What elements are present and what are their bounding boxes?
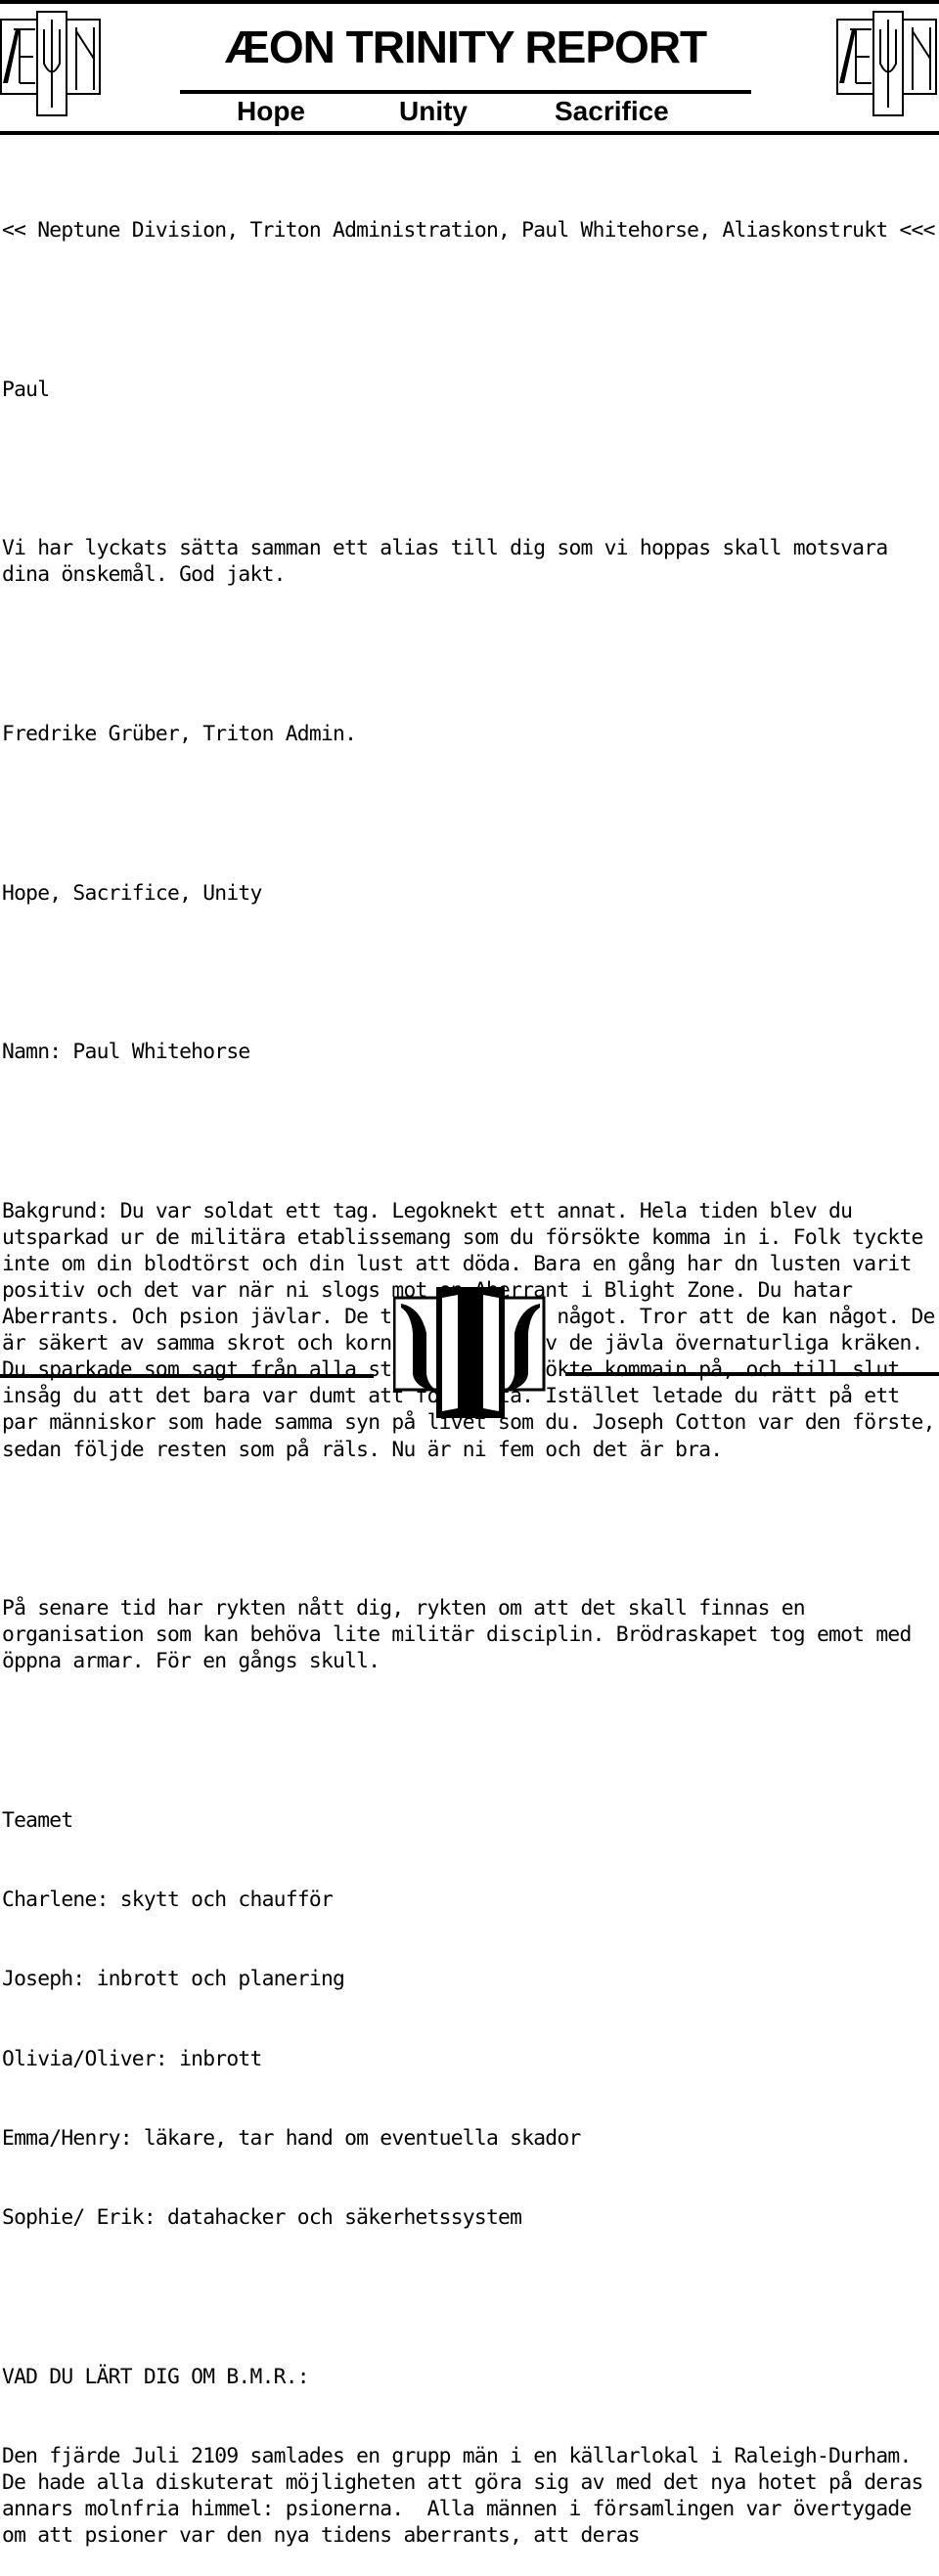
- signature: Fredrike Grüber, Triton Admin.: [2, 721, 357, 746]
- footer-right-rule: [565, 1372, 939, 1376]
- team-member: Joseph: inbrott och planering: [2, 1967, 345, 1992]
- page-title: ÆON TRINITY REPORT: [224, 22, 707, 72]
- recent-paragraph: På senare tid har rykten nått dig, rykte…: [2, 1596, 923, 1674]
- header-top-rule: [0, 0, 939, 4]
- motto-line: Hope, Sacrifice, Unity: [2, 880, 262, 906]
- name-line: Namn: Paul Whitehorse: [2, 1040, 250, 1065]
- aeon-logo-right-icon: [836, 11, 937, 116]
- team-member: Sophie/ Erik: datahacker och säkerhetssy…: [2, 2205, 522, 2231]
- motto-hope: Hope: [237, 96, 305, 126]
- team-member: Charlene: skytt och chaufför: [2, 1888, 334, 1913]
- team-heading: Teamet: [2, 1807, 73, 1833]
- team-member: Emma/Henry: läkare, tar hand om eventuel…: [2, 2125, 581, 2151]
- intro-paragraph: Vi har lyckats sätta samman ett alias ti…: [2, 536, 900, 588]
- motto-sacrifice: Sacrifice: [555, 96, 669, 126]
- header-bottom-rule: [0, 131, 939, 135]
- trinity-emblem-icon: [393, 1287, 546, 1418]
- bmr-paragraph: Den fjärde Juli 2109 samlades en grupp m…: [2, 2444, 935, 2549]
- bmr-heading: VAD DU LÄRT DIG OM B.M.R.:: [2, 2364, 310, 2389]
- greeting: Paul: [2, 377, 50, 402]
- footer-left-rule: [0, 1374, 374, 1378]
- motto-unity: Unity: [399, 96, 468, 126]
- team-member: Olivia/Oliver: inbrott: [2, 2046, 262, 2071]
- aeon-logo-left-icon: [0, 11, 101, 116]
- subject-line: << Neptune Division, Triton Administrati…: [2, 218, 935, 244]
